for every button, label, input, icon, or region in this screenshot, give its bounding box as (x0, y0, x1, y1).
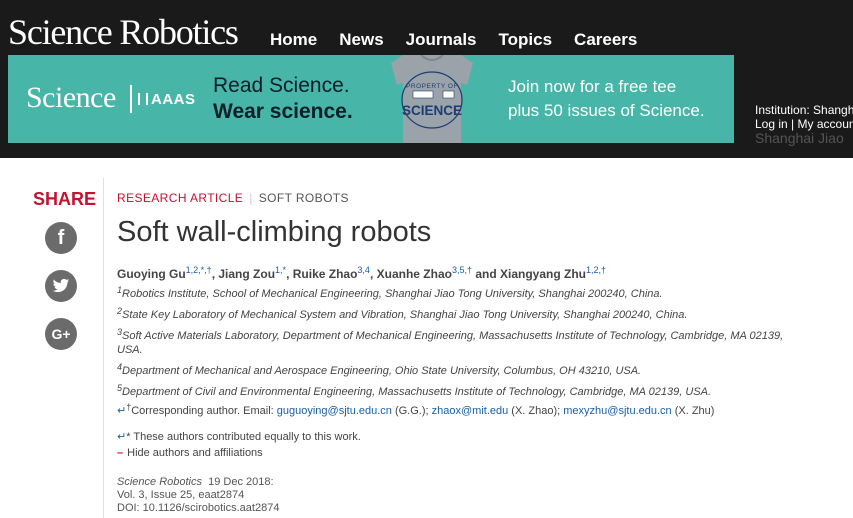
author-list: Guoying Gu1,2,*,†, Jiang Zou1,*, Ruike Z… (117, 265, 606, 283)
equal-contribution-note: ↵* These authors contributed equally to … (117, 430, 361, 444)
affiliation-list: 1Robotics Institute, School of Mechanica… (117, 286, 797, 406)
affiliation-text: Robotics Institute, School of Mechanical… (122, 288, 663, 300)
author-affiliation-marks[interactable]: 1,2,*,† (186, 265, 212, 275)
aaas-logo: AAAS (138, 91, 196, 109)
tee-main-text: SCIENCE (402, 103, 462, 118)
category-primary-link[interactable]: RESEARCH ARTICLE (117, 191, 243, 205)
banner-read-line2: Wear science. (213, 100, 353, 123)
tshirt-image: PROPERTY OF SCIENCE (391, 55, 473, 143)
my-account-link[interactable]: My account (798, 117, 853, 131)
author-name[interactable]: Guoying Gu (117, 267, 186, 281)
banner-science-logo: Science (26, 81, 116, 114)
author-name[interactable]: Xiangyang Zhu (500, 267, 586, 281)
content-divider (103, 178, 104, 518)
facebook-share-button[interactable]: f (45, 222, 77, 254)
nav-topics[interactable]: Topics (499, 30, 553, 50)
nav-home[interactable]: Home (270, 30, 317, 50)
author-affiliation-marks[interactable]: 3,4 (357, 265, 370, 275)
email-link-zhu[interactable]: mexyzhu@sjtu.edu.cn (563, 405, 671, 417)
affiliation-text: Soft Active Materials Laboratory, Depart… (117, 330, 784, 356)
corresponding-icon: ↵ (117, 405, 127, 417)
banner-join-text: Join now for a free tee plus 50 issues o… (508, 75, 705, 123)
nav-journals[interactable]: Journals (406, 30, 477, 50)
hide-authors-toggle[interactable]: – Hide authors and affiliations (117, 446, 263, 460)
corresponding-who-3: (X. Zhu) (671, 405, 715, 417)
corresponding-who-1: (G.G.); (391, 405, 432, 417)
affiliation-item: 1Robotics Institute, School of Mechanica… (117, 286, 797, 301)
googleplus-icon: G+ (51, 326, 71, 342)
corresponding-who-2: (X. Zhao); (508, 405, 564, 417)
author-affiliation-marks[interactable]: 3,5,† (452, 265, 472, 275)
login-link[interactable]: Log in (755, 117, 788, 131)
equal-contribution-text: * These authors contributed equally to t… (126, 431, 361, 443)
banner-read-line1: Read Science. (213, 74, 350, 97)
affiliation-text: Department of Civil and Environmental En… (122, 386, 712, 398)
citation-date: 19 Dec 2018: (208, 476, 274, 488)
email-link-gu[interactable]: guguoying@sjtu.edu.cn (277, 405, 392, 417)
site-header: Science Robotics Home News Journals Topi… (0, 0, 853, 158)
citation-block: Science Robotics 19 Dec 2018: Vol. 3, Is… (117, 476, 279, 515)
main-nav: Home News Journals Topics Careers (270, 30, 659, 50)
banner-join-line1: Join now for a free tee (508, 77, 677, 96)
citation-doi: DOI: 10.1126/scirobotics.aat2874 (117, 502, 280, 514)
affiliation-item: 2State Key Laboratory of Mechanical Syst… (117, 307, 797, 322)
banner-divider (130, 85, 132, 113)
hide-authors-label: Hide authors and affiliations (127, 447, 263, 459)
nav-news[interactable]: News (339, 30, 383, 50)
twitter-icon (52, 278, 70, 293)
author-affiliation-marks[interactable]: 1,* (275, 265, 286, 275)
note-icon: ↵ (117, 431, 127, 443)
author-name[interactable]: Jiang Zou (218, 267, 275, 281)
site-logo[interactable]: Science Robotics (8, 10, 239, 54)
category-separator: | (249, 191, 253, 205)
institution-label: Institution: Shanghai (755, 103, 853, 117)
author-separator: , (369, 267, 377, 281)
aaas-icon (138, 93, 148, 105)
tee-top-text: PROPERTY OF (406, 83, 458, 90)
institution-panel: Institution: Shanghai Log in | My accoun… (755, 103, 853, 145)
author-name[interactable]: Ruike Zhao (293, 267, 358, 281)
article-category: RESEARCH ARTICLE | SOFT ROBOTS (117, 190, 349, 206)
corresponding-prefix: Corresponding author. Email: (131, 405, 277, 417)
category-secondary-link[interactable]: SOFT ROBOTS (259, 191, 349, 205)
article-title: Soft wall-climbing robots (117, 216, 432, 248)
googleplus-share-button[interactable]: G+ (45, 318, 77, 350)
affiliation-text: Department of Mechanical and Aerospace E… (122, 365, 642, 377)
author-name[interactable]: Xuanhe Zhao (377, 267, 452, 281)
twitter-share-button[interactable] (45, 270, 77, 302)
banner-join-line2: plus 50 issues of Science. (508, 101, 705, 120)
citation-volume: Vol. 3, Issue 25, eaat2874 (117, 489, 245, 501)
author-affiliation-marks[interactable]: 1,2,† (586, 265, 606, 275)
affiliation-item: 4Department of Mechanical and Aerospace … (117, 363, 797, 378)
affiliation-item: 3Soft Active Materials Laboratory, Depar… (117, 328, 797, 357)
institution-name: Shanghai Jiao (755, 130, 844, 146)
author-separator: and (471, 267, 500, 281)
minus-icon: – (117, 447, 124, 459)
nav-careers[interactable]: Careers (574, 30, 637, 50)
aaas-label: AAAS (151, 91, 196, 108)
promo-banner[interactable]: Science AAAS Read Science. Wear science.… (8, 55, 734, 143)
share-label: SHARE (33, 189, 97, 209)
email-link-zhao[interactable]: zhaox@mit.edu (432, 405, 509, 417)
affiliation-item: 5Department of Civil and Environmental E… (117, 384, 797, 399)
banner-read-text: Read Science. Wear science. (213, 73, 353, 125)
author-separator: , (286, 267, 293, 281)
citation-journal: Science Robotics (117, 476, 202, 488)
affiliation-text: State Key Laboratory of Mechanical Syste… (122, 309, 688, 321)
facebook-icon: f (57, 227, 65, 249)
login-separator: | (791, 117, 795, 131)
corresponding-author: ↵†Corresponding author. Email: guguoying… (117, 403, 715, 418)
